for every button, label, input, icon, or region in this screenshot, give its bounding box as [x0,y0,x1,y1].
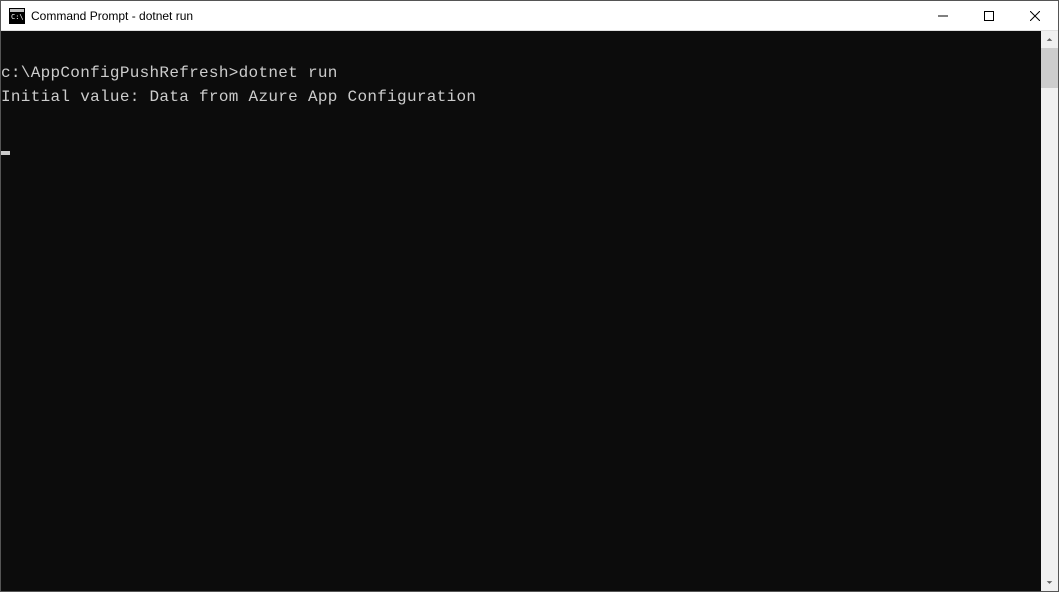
minimize-icon [938,11,948,21]
svg-text:C:\: C:\ [11,13,24,21]
terminal-line: Initial value: Data from Azure App Confi… [1,88,476,106]
minimize-button[interactable] [920,1,966,30]
window-body: c:\AppConfigPushRefresh>dotnet run Initi… [1,31,1058,591]
window-controls [920,1,1058,30]
chevron-down-icon [1046,579,1053,586]
scroll-track[interactable] [1041,48,1058,574]
close-button[interactable] [1012,1,1058,30]
terminal-cursor [1,151,10,155]
maximize-icon [984,11,994,21]
close-icon [1030,11,1040,21]
window-title: Command Prompt - dotnet run [31,9,920,23]
scroll-thumb[interactable] [1041,48,1058,88]
terminal-line: c:\AppConfigPushRefresh>dotnet run [1,64,338,82]
maximize-button[interactable] [966,1,1012,30]
prompt-text: c:\AppConfigPushRefresh> [1,64,239,82]
chevron-up-icon [1046,36,1053,43]
window-titlebar[interactable]: C:\ Command Prompt - dotnet run [1,1,1058,31]
scroll-up-button[interactable] [1041,31,1058,48]
cmd-icon: C:\ [9,8,25,24]
vertical-scrollbar[interactable] [1041,31,1058,591]
command-text: dotnet run [239,64,338,82]
terminal-output[interactable]: c:\AppConfigPushRefresh>dotnet run Initi… [1,31,1041,591]
scroll-down-button[interactable] [1041,574,1058,591]
